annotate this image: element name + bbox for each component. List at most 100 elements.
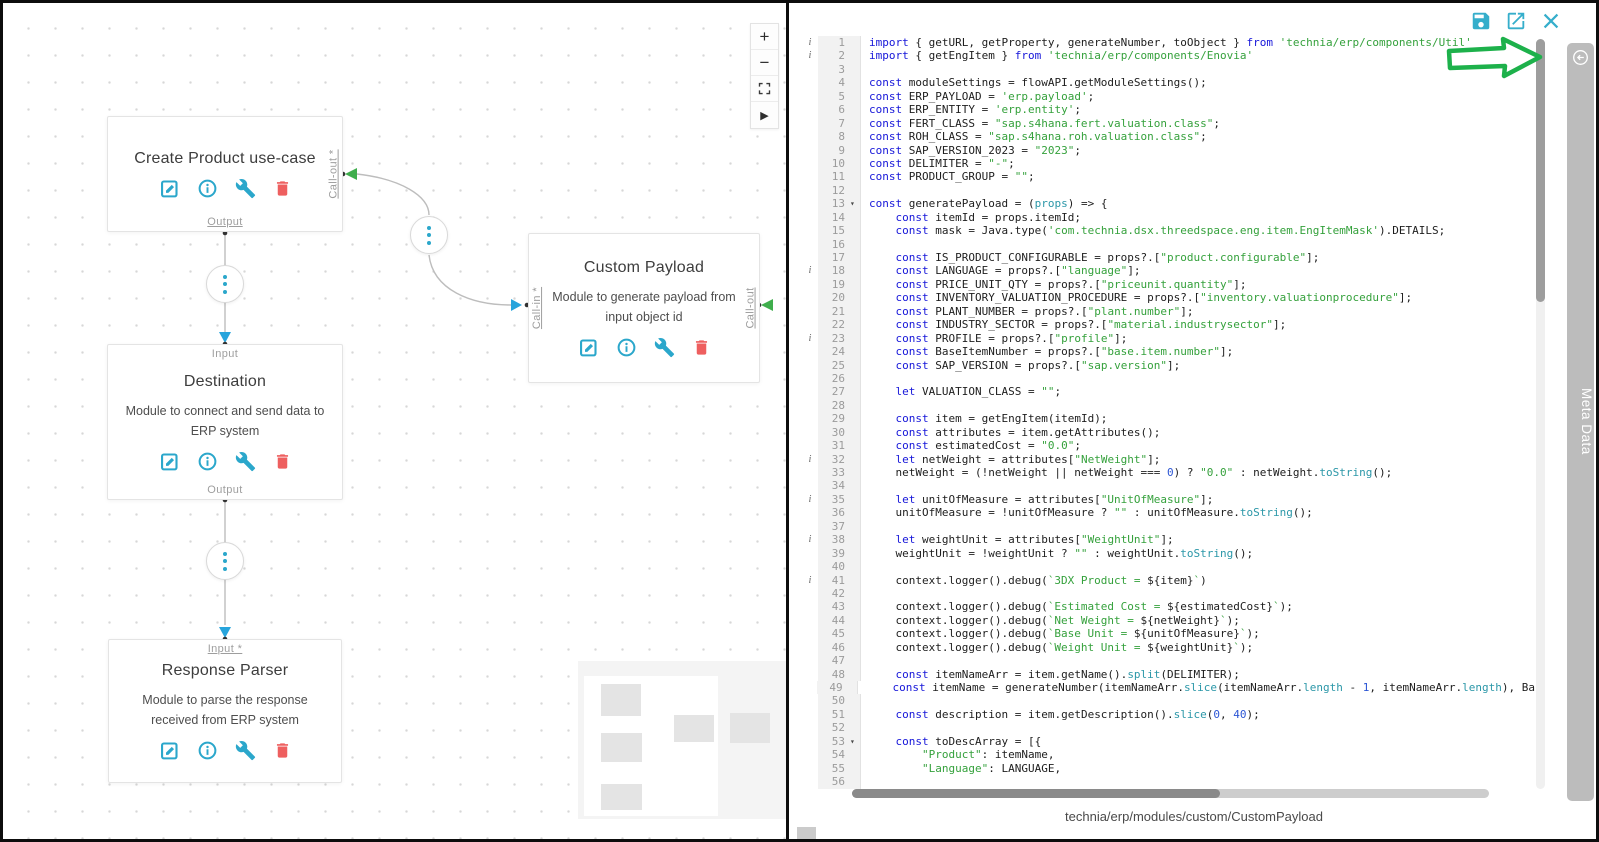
- port-input[interactable]: Input *: [109, 643, 341, 655]
- close-icon[interactable]: [1540, 10, 1562, 32]
- code-line[interactable]: 33 netWeight = (!netWeight || netWeight …: [802, 466, 1535, 479]
- code-line[interactable]: 53▾ const toDescArray = [{: [802, 735, 1535, 748]
- code-line[interactable]: i38 let weightUnit = attributes["WeightU…: [802, 533, 1535, 546]
- code-line[interactable]: i18 const LANGUAGE = props?.["language"]…: [802, 264, 1535, 277]
- wire-handle-dots[interactable]: [206, 265, 244, 303]
- code-line[interactable]: i23 const PROFILE = props?.["profile"];: [802, 332, 1535, 345]
- vertical-scrollbar[interactable]: [1536, 39, 1545, 789]
- code-line[interactable]: 54 "Product": itemName,: [802, 748, 1535, 761]
- code-line[interactable]: 11const PRODUCT_GROUP = "";: [802, 170, 1535, 183]
- port-call-in[interactable]: Call-in *: [528, 234, 546, 382]
- save-icon[interactable]: [1470, 10, 1492, 32]
- horizontal-scrollbar[interactable]: [852, 789, 1489, 798]
- edit-icon[interactable]: [578, 337, 599, 358]
- port-call-out[interactable]: Call-out: [742, 234, 760, 382]
- delete-trash-icon[interactable]: [273, 451, 292, 472]
- wire-handle-dots[interactable]: [410, 216, 448, 254]
- code-line[interactable]: 13▾const generatePayload = (props) => {: [802, 197, 1535, 210]
- code-line[interactable]: 8const ROH_CLASS = "sap.s4hana.roh.valua…: [802, 130, 1535, 143]
- code-line[interactable]: 39 weightUnit = !weightUnit ? "" : weigh…: [802, 547, 1535, 560]
- code-editor-content[interactable]: i1import { getURL, getProperty, generate…: [802, 36, 1535, 792]
- code-line[interactable]: 46 context.logger().debug(`Weight Unit =…: [802, 641, 1535, 654]
- code-line[interactable]: 3: [802, 63, 1535, 76]
- delete-trash-icon[interactable]: [273, 740, 292, 761]
- code-line[interactable]: i32 let netWeight = attributes["NetWeigh…: [802, 453, 1535, 466]
- delete-trash-icon[interactable]: [273, 178, 292, 199]
- code-line[interactable]: 49 const itemName = generateNumber(itemN…: [802, 681, 1535, 694]
- code-line[interactable]: 50: [802, 694, 1535, 707]
- node-response-parser[interactable]: Input * Response Parser Module to parse …: [108, 639, 342, 783]
- code-line[interactable]: 5const ERP_PAYLOAD = 'erp.payload';: [802, 90, 1535, 103]
- configure-wrench-icon[interactable]: [235, 740, 256, 761]
- code-line[interactable]: 37: [802, 520, 1535, 533]
- delete-trash-icon[interactable]: [692, 337, 711, 358]
- flow-canvas[interactable]: Create Product use-case Output Call-out …: [3, 3, 789, 839]
- code-line[interactable]: 6const ERP_ENTITY = 'erp.entity';: [802, 103, 1535, 116]
- code-line[interactable]: 15 const mask = Java.type('com.technia.d…: [802, 224, 1535, 237]
- fold-marker-icon[interactable]: ▾: [848, 197, 861, 210]
- code-line[interactable]: 24 const BaseItemNumber = props?.["base.…: [802, 345, 1535, 358]
- code-line[interactable]: 44 context.logger().debug(`Net Weight = …: [802, 614, 1535, 627]
- code-line[interactable]: 51 const description = item.getDescripti…: [802, 708, 1535, 721]
- code-line[interactable]: 30 const attributes = item.getAttributes…: [802, 426, 1535, 439]
- node-custom-payload[interactable]: Custom Payload Module to generate payloa…: [528, 233, 760, 383]
- port-call-out[interactable]: Call-out *: [325, 117, 343, 231]
- info-icon[interactable]: [197, 740, 218, 761]
- code-line[interactable]: 12: [802, 184, 1535, 197]
- code-line[interactable]: 45 context.logger().debug(`Base Unit = $…: [802, 627, 1535, 640]
- code-line[interactable]: 17 const IS_PRODUCT_CONFIGURABLE = props…: [802, 251, 1535, 264]
- code-line[interactable]: 19 const PRICE_UNIT_QTY = props?.["price…: [802, 278, 1535, 291]
- node-create-product-use-case[interactable]: Create Product use-case Output Call-out …: [107, 116, 343, 232]
- code-line[interactable]: 48 const itemNameArr = item.getName().sp…: [802, 668, 1535, 681]
- code-line[interactable]: 16: [802, 238, 1535, 251]
- code-line[interactable]: 47: [802, 654, 1535, 667]
- code-line[interactable]: 4const moduleSettings = flowAPI.getModul…: [802, 76, 1535, 89]
- code-line[interactable]: 25 const SAP_VERSION = props?.["sap.vers…: [802, 359, 1535, 372]
- zoom-in-button[interactable]: +: [751, 24, 778, 50]
- configure-wrench-icon[interactable]: [654, 337, 675, 358]
- horizontal-scrollbar-thumb[interactable]: [852, 789, 1220, 798]
- code-line[interactable]: 10const DELIMITER = "-";: [802, 157, 1535, 170]
- code-line[interactable]: 52: [802, 721, 1535, 734]
- code-line[interactable]: i1import { getURL, getProperty, generate…: [802, 36, 1535, 49]
- code-line[interactable]: 55 "Language": LANGUAGE,: [802, 762, 1535, 775]
- code-line[interactable]: 9const SAP_VERSION_2023 = "2023";: [802, 144, 1535, 157]
- fold-marker-icon[interactable]: ▾: [848, 735, 861, 748]
- zoom-out-button[interactable]: −: [751, 50, 778, 76]
- code-line[interactable]: 22 const INDUSTRY_SECTOR = props?.["mate…: [802, 318, 1535, 331]
- code-line[interactable]: i35 let unitOfMeasure = attributes["Unit…: [802, 493, 1535, 506]
- code-line[interactable]: 40: [802, 560, 1535, 573]
- configure-wrench-icon[interactable]: [235, 451, 256, 472]
- node-destination[interactable]: Input Destination Module to connect and …: [107, 344, 343, 500]
- code-line[interactable]: 56: [802, 775, 1535, 788]
- code-line[interactable]: 29 const item = getEngItem(itemId);: [802, 412, 1535, 425]
- code-line[interactable]: 43 context.logger().debug(`Estimated Cos…: [802, 600, 1535, 613]
- port-input[interactable]: Input: [108, 348, 342, 360]
- code-line[interactable]: 28: [802, 399, 1535, 412]
- expand-panel-icon[interactable]: [1572, 49, 1589, 71]
- port-output[interactable]: Output: [108, 484, 342, 496]
- info-icon[interactable]: [197, 451, 218, 472]
- info-icon[interactable]: [197, 178, 218, 199]
- edit-icon[interactable]: [159, 740, 180, 761]
- wire-handle-dots[interactable]: [206, 542, 244, 580]
- code-line[interactable]: 20 const INVENTORY_VALUATION_PROCEDURE =…: [802, 291, 1535, 304]
- code-line[interactable]: 21 const PLANT_NUMBER = props?.["plant.n…: [802, 305, 1535, 318]
- code-line[interactable]: 14 const itemId = props.itemId;: [802, 211, 1535, 224]
- port-output[interactable]: Output: [108, 216, 342, 228]
- edit-icon[interactable]: [159, 451, 180, 472]
- canvas-minimap[interactable]: [578, 661, 788, 819]
- code-line[interactable]: 36 unitOfMeasure = !unitOfMeasure ? "" :…: [802, 506, 1535, 519]
- open-in-new-window-icon[interactable]: [1505, 10, 1527, 32]
- fit-view-icon[interactable]: [751, 76, 778, 102]
- code-line[interactable]: i41 context.logger().debug(`3DX Product …: [802, 574, 1535, 587]
- edit-icon[interactable]: [159, 178, 180, 199]
- code-line[interactable]: i2import { getEngItem } from 'technia/er…: [802, 49, 1535, 62]
- configure-wrench-icon[interactable]: [235, 178, 256, 199]
- info-icon[interactable]: [616, 337, 637, 358]
- code-line[interactable]: 34: [802, 479, 1535, 492]
- code-line[interactable]: 26: [802, 372, 1535, 385]
- code-line[interactable]: 27 let VALUATION_CLASS = "";: [802, 385, 1535, 398]
- meta-data-side-panel[interactable]: Meta Data: [1567, 43, 1594, 801]
- run-play-button[interactable]: ▶: [751, 102, 778, 128]
